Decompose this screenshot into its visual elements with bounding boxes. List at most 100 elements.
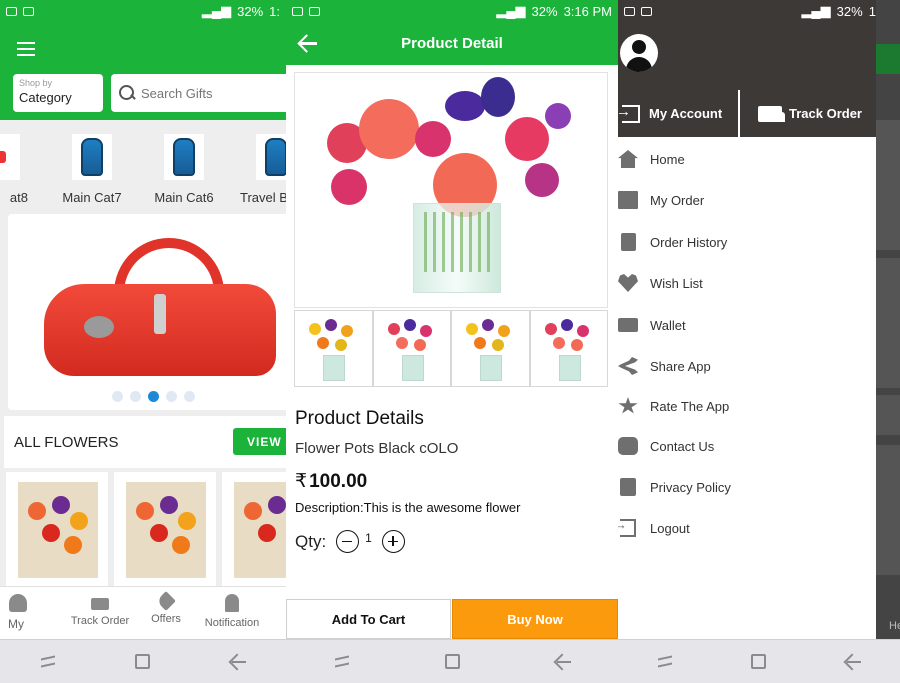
category-item[interactable]: at8	[0, 134, 40, 205]
recents-button[interactable]	[332, 653, 354, 671]
thumbnail[interactable]	[294, 310, 373, 387]
menu-icon[interactable]	[17, 42, 35, 56]
product-card[interactable]	[222, 472, 286, 586]
nav-track-order[interactable]: Track Order	[64, 587, 136, 640]
avatar-icon[interactable]	[620, 34, 658, 72]
menu-item-wish-list[interactable]: Wish List	[618, 264, 876, 302]
notification-icon	[6, 6, 17, 16]
menu-item-my-order[interactable]: My Order	[618, 181, 876, 219]
view-all-button[interactable]: VIEW A	[233, 428, 286, 455]
recents-button[interactable]	[655, 653, 677, 671]
menu-item-share-app[interactable]: Share App	[618, 347, 876, 385]
thumbnail[interactable]	[451, 310, 530, 387]
minus-icon[interactable]	[336, 530, 360, 553]
menu-item-rate-app[interactable]: Rate The App	[618, 387, 876, 425]
home-icon	[618, 150, 638, 168]
category-strip: at8 Main Cat7 Main Cat6 Travel B	[0, 134, 286, 209]
time-text: 3:16 PM	[563, 3, 612, 19]
nav-label: Notification	[204, 617, 260, 629]
status-bar: ▂▄▆32%1:06	[618, 0, 900, 22]
home-button[interactable]	[135, 654, 151, 669]
product-card[interactable]	[114, 472, 216, 586]
wallet-icon	[618, 318, 638, 332]
thumbnail[interactable]	[372, 310, 451, 387]
menu-item-privacy-policy[interactable]: Privacy Policy	[618, 468, 876, 506]
home-button[interactable]	[444, 654, 460, 669]
menu-label: Order History	[650, 234, 728, 250]
menu-item-order-history[interactable]: Order History	[618, 223, 876, 261]
bell-icon	[225, 594, 239, 612]
menu-label: Rate The App	[650, 398, 730, 414]
search-box[interactable]	[111, 74, 286, 112]
category-label: Main Cat7	[62, 190, 122, 205]
nav-my[interactable]: My	[0, 587, 36, 640]
user-icon	[9, 594, 27, 612]
product-main-image[interactable]	[294, 72, 608, 308]
add-to-cart-button[interactable]: Add To Cart	[286, 599, 451, 639]
shop-by-dropdown[interactable]: Shop by Category	[13, 74, 103, 112]
quantity-stepper: Qty: 1	[295, 530, 405, 553]
category-item[interactable]: Travel B	[236, 134, 286, 205]
gift-icon	[618, 191, 638, 209]
system-navigation-bar	[286, 639, 618, 683]
search-input[interactable]	[141, 85, 286, 101]
menu-label: Home	[650, 151, 685, 167]
shop-by-value: Category	[19, 90, 72, 105]
qty-value: 1	[365, 530, 372, 545]
carousel-dot[interactable]	[165, 391, 177, 402]
drawer-scrim[interactable]: He	[876, 0, 900, 640]
bottom-navigation: My Track Order Offers Notification	[0, 586, 286, 639]
handbag-image	[36, 238, 276, 378]
status-bar: ▂▄▆ 32% 3:16 PM	[286, 0, 618, 22]
nav-label: My	[8, 617, 24, 631]
price-value: 100.00	[309, 471, 368, 492]
category-label: at8	[9, 190, 28, 205]
track-order-button[interactable]: Track Order	[758, 90, 876, 137]
menu-item-wallet[interactable]: Wallet	[618, 306, 876, 344]
menu-item-home[interactable]: Home	[618, 140, 876, 178]
truck-icon	[91, 598, 109, 610]
home-button[interactable]	[751, 654, 767, 669]
product-card[interactable]	[6, 472, 108, 586]
promo-banner[interactable]	[8, 214, 286, 410]
buy-now-button[interactable]: Buy Now	[452, 599, 618, 639]
menu-item-contact-us[interactable]: Contact Us	[618, 427, 876, 465]
menu-label: Share App	[650, 358, 711, 374]
back-button[interactable]	[226, 653, 248, 671]
policy-icon	[620, 478, 636, 496]
nav-label: Track Order	[70, 615, 130, 627]
flower-bouquet-image	[18, 482, 98, 578]
my-account-label: My Account	[649, 106, 723, 121]
menu-label: Logout	[650, 520, 690, 536]
category-item[interactable]: Main Cat6	[144, 134, 224, 205]
thumbnail-strip	[294, 310, 608, 387]
back-arrow-icon[interactable]	[298, 34, 318, 52]
nav-offers[interactable]: Offers	[144, 587, 188, 640]
signal-icon: ▂▄▆	[496, 3, 526, 18]
category-item[interactable]: Main Cat7	[52, 134, 132, 205]
page-title: Product Detail	[401, 35, 503, 52]
recents-button[interactable]	[38, 653, 60, 671]
section-title: ALL FLOWERS	[14, 433, 119, 451]
carousel-dot-active[interactable]	[147, 391, 159, 402]
my-account-button[interactable]: My Account	[618, 90, 738, 137]
menu-item-logout[interactable]: Logout	[618, 509, 876, 547]
carousel-dot[interactable]	[129, 391, 141, 402]
carousel-dot[interactable]	[183, 391, 195, 402]
status-bar: ▂▄▆ 32% 1:	[0, 0, 286, 22]
drawer-screen: ▂▄▆32%1:06 My Account Track Order Home M…	[618, 0, 900, 683]
search-icon	[119, 85, 135, 101]
flower-bouquet-image	[126, 482, 206, 578]
plus-icon[interactable]	[381, 530, 405, 553]
back-button[interactable]	[841, 653, 863, 671]
thumbnail[interactable]	[529, 310, 608, 387]
carousel-dots	[8, 391, 286, 402]
nav-notification[interactable]: Notification	[198, 587, 266, 640]
qty-label: Qty:	[295, 531, 327, 551]
carousel-dot[interactable]	[111, 391, 123, 402]
back-button[interactable]	[551, 653, 573, 671]
menu-label: Wallet	[650, 317, 686, 333]
account-bar: My Account Track Order	[618, 90, 876, 137]
product-list	[6, 472, 286, 586]
product-description: Description:This is the awesome flower	[295, 500, 521, 515]
